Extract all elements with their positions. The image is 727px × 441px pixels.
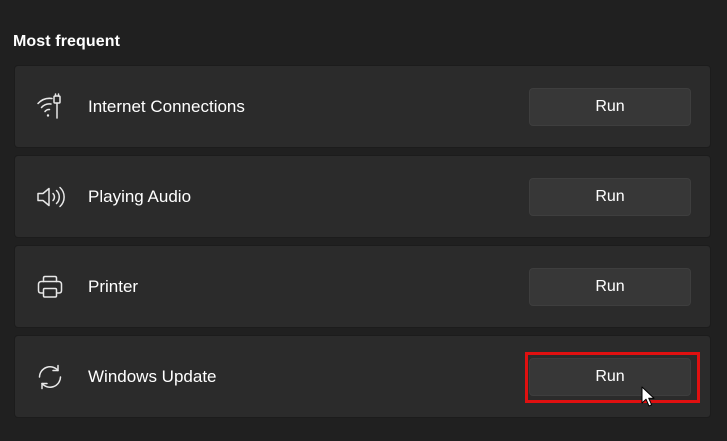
troubleshooter-card-printer: Printer Run bbox=[14, 245, 711, 328]
troubleshooter-card-internet-connections: Internet Connections Run bbox=[14, 65, 711, 148]
run-button-windows-update[interactable]: Run bbox=[529, 357, 691, 396]
speaker-icon bbox=[35, 182, 65, 212]
run-button-internet-connections[interactable]: Run bbox=[529, 87, 691, 126]
troubleshooter-card-windows-update: Windows Update Run bbox=[14, 335, 711, 418]
sync-icon bbox=[35, 362, 65, 392]
item-label: Playing Audio bbox=[88, 186, 192, 206]
item-label: Printer bbox=[88, 276, 139, 296]
item-label: Windows Update bbox=[88, 366, 217, 386]
wifi-icon bbox=[35, 92, 65, 122]
troubleshooter-card-playing-audio: Playing Audio Run bbox=[14, 155, 711, 238]
mouse-cursor-icon bbox=[641, 386, 655, 407]
section-title: Most frequent bbox=[13, 33, 121, 50]
run-button-printer[interactable]: Run bbox=[529, 267, 691, 306]
run-button-playing-audio[interactable]: Run bbox=[529, 177, 691, 216]
printer-icon bbox=[35, 272, 65, 302]
item-label: Internet Connections bbox=[88, 96, 245, 116]
